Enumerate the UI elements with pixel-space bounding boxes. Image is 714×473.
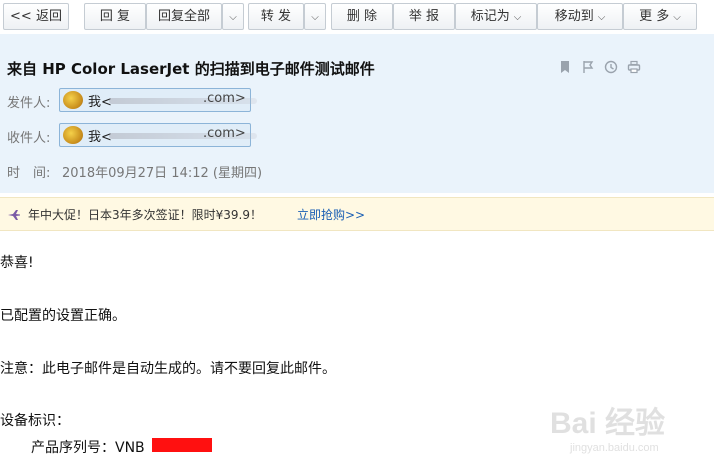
chevron-down-icon: ⌵ [597,12,606,23]
avatar [63,126,83,144]
clock-icon[interactable] [604,60,618,74]
redaction-bar [152,438,212,452]
email-subject: 来自 HP Color LaserJet 的扫描到电子邮件测试邮件 [7,60,375,78]
to-domain-tail: .com> [203,126,246,141]
mark-as-button[interactable]: 标记为 ⌵ [455,3,537,30]
body-line-greeting: 恭喜! [0,255,34,271]
delete-button[interactable]: 删 除 [331,3,393,30]
avatar [63,91,83,109]
chevron-down-icon: ⌵ [673,12,681,23]
chevron-down-icon: ⌵ [229,12,237,23]
body-line-serial: 产品序列号：VNB [31,440,145,456]
ad-link[interactable]: 立即抢购>> [297,206,365,223]
more-button[interactable]: 更 多 ⌵ [623,3,697,30]
time-label: 时 间: [7,166,51,181]
from-domain-tail: .com> [203,91,246,106]
forward-dropdown-button[interactable]: ⌵ [304,3,326,30]
body-line-notice: 注意：此电子邮件是自动生成的。请不要回复此邮件。 [0,361,336,377]
flag-icon[interactable] [581,60,595,74]
header-actions [558,60,641,74]
from-label: 发件人: [7,96,51,111]
body-line-device-id: 设备标识： [0,413,70,429]
print-icon[interactable] [627,60,641,74]
ad-text: 年中大促！日本3年多次签证！限时¥39.9！ [28,208,262,222]
from-address-chip[interactable]: 我< .com> [59,88,257,112]
email-header: 来自 HP Color LaserJet 的扫描到电子邮件测试邮件 发件人: 我… [0,34,714,193]
ad-banner: 年中大促！日本3年多次签证！限时¥39.9！ 立即抢购>> [0,197,714,231]
forward-button[interactable]: 转 发 [248,3,304,30]
bookmark-icon[interactable] [558,60,572,74]
to-address-chip[interactable]: 我< .com> [59,123,257,147]
watermark: Bai 经验 jingyan.baidu.com [550,398,710,460]
body-line-config: 已配置的设置正确。 [0,308,126,324]
reply-dropdown-button[interactable]: ⌵ [222,3,244,30]
chevron-down-icon: ⌵ [513,12,522,23]
mark-as-label: 标记为 [470,9,510,24]
watermark-logo: Bai 经验 [550,407,666,440]
move-to-button[interactable]: 移动到 ⌵ [537,3,623,30]
plane-icon [7,209,21,220]
to-label: 收件人: [7,131,51,146]
time-value: 2018年09月27日 14:12 (星期四) [62,166,263,181]
move-to-label: 移动到 [554,9,594,24]
chevron-down-icon: ⌵ [311,12,319,23]
more-label: 更 多 [639,9,670,24]
reply-button[interactable]: 回 复 [84,3,146,30]
back-button[interactable]: << 返回 [3,3,69,30]
report-button[interactable]: 举 报 [393,3,455,30]
reply-all-button[interactable]: 回复全部 [146,3,222,30]
toolbar: << 返回 回 复 回复全部 ⌵ 转 发 ⌵ 删 除 举 报 标记为 ⌵ 移动到 ⌵… [0,0,714,34]
watermark-url: jingyan.baidu.com [570,442,659,454]
